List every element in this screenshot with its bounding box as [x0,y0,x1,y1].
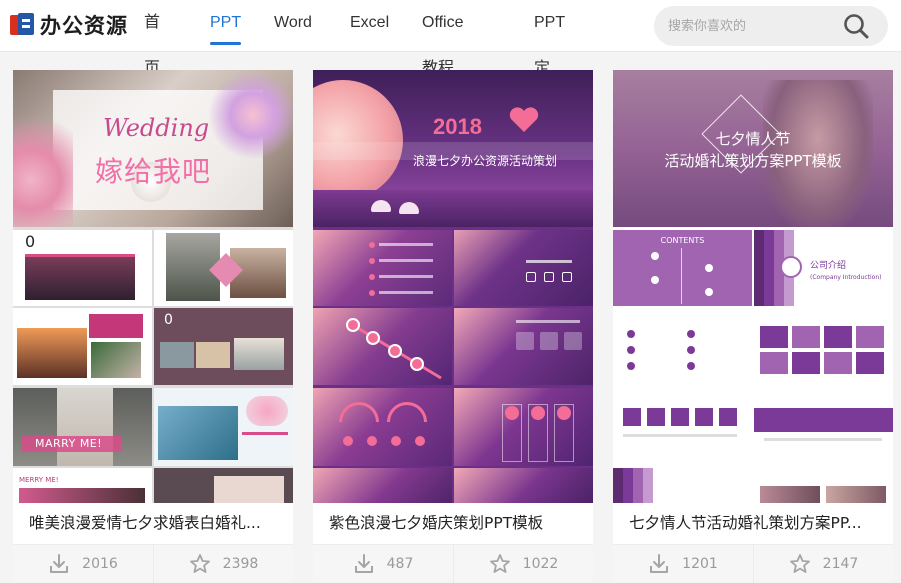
favorite-count[interactable]: 1022 [453,545,593,583]
slide-thumb [613,468,752,503]
download-icon [354,554,373,573]
template-card[interactable]: 七夕情人节 活动婚礼策划方案PPT模板 CONTENTS 公司介绍 (Compa… [613,70,893,583]
logo-icon [8,11,36,39]
cover-line2: 活动婚礼策划方案PPT模板 [664,152,842,170]
template-title[interactable]: 紫色浪漫七夕婚庆策划PPT模板 [329,512,583,534]
template-thumbnail[interactable]: 七夕情人节 活动婚礼策划方案PPT模板 CONTENTS 公司介绍 (Compa… [613,70,893,503]
heart-icon [509,107,539,132]
slide-thumb: 公司介绍 (Company Introduction) [754,230,893,306]
slide-thumb [613,388,752,466]
cover-text: 嫁给我吧 [95,155,212,188]
template-card[interactable]: 2018 浪漫七夕办公资源活动策划 紫色浪漫七夕婚庆策划PPT模板 487 10… [313,70,593,583]
download-count[interactable]: 2016 [13,545,153,583]
nav-excel[interactable]: Excel [350,0,389,52]
card-stats: 487 1022 [313,544,593,583]
slide-thumb [454,388,593,466]
slide-thumb [754,468,893,503]
slide-thumb: 0 [154,308,293,385]
nav-ppt[interactable]: PPT [210,0,242,52]
slide-thumb [454,468,593,503]
slide-thumb [313,308,452,385]
top-header: 办公资源 首页 PPT Word Excel Office教程 PPT定制 [0,0,901,123]
cover-text: 浪漫七夕办公资源活动策划 [413,154,558,168]
star-icon [789,554,810,573]
star-icon [489,554,510,573]
template-title[interactable]: 七夕情人节活动婚礼策划方案PP... [629,512,883,534]
slide-thumb [313,230,452,306]
download-count[interactable]: 487 [313,545,453,583]
cover-year: 2018 [433,114,482,139]
cover-slide: Wedding 嫁给我吧 [13,70,293,227]
cover-slide: 七夕情人节 活动婚礼策划方案PPT模板 [613,70,893,227]
template-thumbnail[interactable]: 2018 浪漫七夕办公资源活动策划 [313,70,593,503]
card-stats: 2016 2398 [13,544,293,583]
star-icon [189,554,210,573]
slide-thumb: 0 [13,230,152,306]
slide-thumb [754,308,893,385]
favorite-count[interactable]: 2398 [153,545,293,583]
cover-script: Wedding [103,114,210,142]
download-icon [650,554,669,573]
card-stats: 1201 2147 [613,544,893,583]
slide-thumb [754,388,893,466]
slide-thumb [313,468,452,503]
site-logo[interactable]: 办公资源 [8,10,128,40]
cover-line1: 七夕情人节 [715,130,791,148]
nav-word[interactable]: Word [274,0,312,52]
slide-thumb [13,308,152,385]
cover-slide: 2018 浪漫七夕办公资源活动策划 [313,70,593,227]
download-icon [50,554,69,573]
nav-office-tutorial[interactable]: Office教程 [422,0,464,77]
slide-thumb: MARRY ME! [13,388,152,466]
slide-thumb: MERRY ME! [13,468,152,503]
slide-thumb [613,308,752,385]
slide-thumb [454,230,593,306]
search-box [654,6,888,46]
slide-thumb [454,308,593,385]
slide-thumb [154,468,293,503]
download-count[interactable]: 1201 [613,545,753,583]
slide-thumb [154,230,293,306]
search-input[interactable] [668,6,838,46]
template-card[interactable]: Wedding 嫁给我吧 0 0 MARRY ME! MERRY ME! 唯美浪… [13,70,293,583]
slide-thumb [154,388,293,466]
slide-thumb: CONTENTS [613,230,752,306]
favorite-count[interactable]: 2147 [753,545,893,583]
nav-home[interactable]: 首页 [144,0,160,77]
template-thumbnail[interactable]: Wedding 嫁给我吧 0 0 MARRY ME! MERRY ME! [13,70,293,503]
logo-text: 办公资源 [40,14,128,38]
template-title[interactable]: 唯美浪漫爱情七夕求婚表白婚礼... [29,512,283,534]
nav-ppt-custom[interactable]: PPT定制 [534,0,565,123]
search-icon[interactable] [842,12,870,40]
slide-thumb [313,388,452,466]
